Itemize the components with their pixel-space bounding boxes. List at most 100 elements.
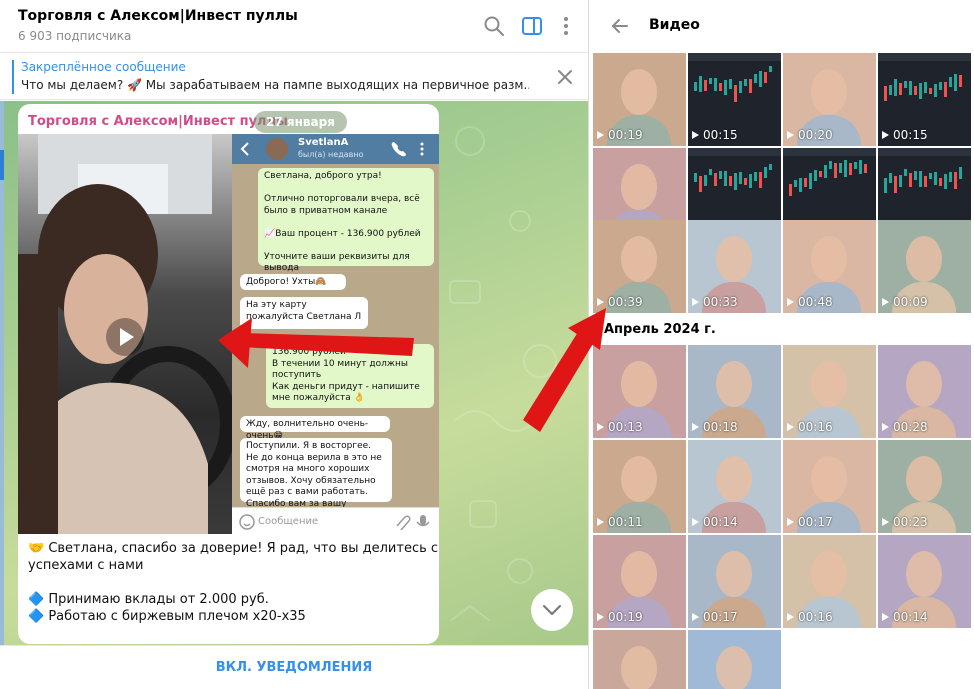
video-thumbnail[interactable]: 00:16: [783, 345, 876, 438]
video-duration: 00:28: [882, 420, 928, 434]
more-vertical-icon[interactable]: [554, 14, 578, 38]
chevron-down-icon: [542, 604, 562, 616]
duration-text: 00:14: [703, 515, 738, 529]
video-thumbnail[interactable]: 00:19: [593, 53, 686, 146]
chat-screenshot: SvetlanA был(а) недавно Светлана, доброг…: [232, 134, 439, 534]
video-thumbnail[interactable]: 00:23: [878, 440, 971, 533]
video-thumbnail[interactable]: 00:15: [878, 53, 971, 146]
person-thumbnail: [811, 69, 847, 115]
play-icon: [882, 518, 889, 526]
pinned-label: Закреплённое сообщение: [21, 60, 186, 74]
duration-text: 00:13: [608, 420, 643, 434]
video-thumbnail[interactable]: 00:16: [783, 535, 876, 628]
screenshot-header: SvetlanA был(а) недавно: [232, 134, 439, 164]
video-thumbnail[interactable]: 00:09: [878, 220, 971, 313]
duration-text: 00:16: [798, 610, 833, 624]
video-thumbnail[interactable]: [688, 630, 781, 689]
person-thumbnail: [716, 361, 752, 407]
play-icon: [787, 423, 794, 431]
duration-text: 00:39: [608, 295, 643, 309]
video-thumbnail[interactable]: 00:17: [783, 440, 876, 533]
screenshot-bubble-text: Светлана, доброго утра! Отлично поторгов…: [264, 171, 421, 273]
person-thumbnail: [811, 456, 847, 502]
scroll-down-button[interactable]: [531, 589, 573, 631]
person-thumbnail: [621, 456, 657, 502]
video-duration: 00:16: [787, 420, 833, 434]
video-thumbnail[interactable]: 00:11: [593, 440, 686, 533]
person-thumbnail: [621, 69, 657, 115]
screenshot-bubble: 136.900 рублей В течении 10 минут должны…: [266, 344, 434, 408]
duration-text: 00:48: [798, 295, 833, 309]
sidebar-panel-icon[interactable]: [520, 14, 544, 38]
video-thumbnail[interactable]: 00:48: [783, 220, 876, 313]
person-thumbnail: [906, 236, 942, 282]
person-thumbnail: [621, 551, 657, 597]
video-duration: 00:20: [787, 128, 833, 142]
duration-text: 00:33: [703, 295, 738, 309]
screenshot-contact-name: SvetlanA: [298, 137, 349, 148]
play-icon: [692, 613, 699, 621]
video-thumbnail[interactable]: 00:14: [878, 535, 971, 628]
play-icon: [787, 613, 794, 621]
play-icon: [882, 298, 889, 306]
video-thumbnail[interactable]: 00:17: [688, 535, 781, 628]
person-thumbnail: [811, 361, 847, 407]
arrow-left-icon[interactable]: [610, 16, 630, 36]
subscriber-count: 6 903 подписчика: [18, 29, 132, 43]
video-preview[interactable]: [18, 134, 232, 534]
message-author[interactable]: Торговля с Алексом|Инвест пуллы: [28, 114, 288, 129]
left-edge-accent: [0, 150, 4, 180]
person-thumbnail: [621, 361, 657, 407]
video-duration: 00:15: [882, 128, 928, 142]
screenshot-input: Сообщение: [232, 507, 439, 534]
chat-footer: ВКЛ. УВЕДОМЛЕНИЯ: [0, 645, 588, 689]
video-thumbnail[interactable]: 00:19: [593, 535, 686, 628]
close-icon[interactable]: [556, 68, 574, 86]
enable-notifications-button[interactable]: ВКЛ. УВЕДОМЛЕНИЯ: [0, 646, 588, 689]
video-duration: 00:19: [597, 128, 643, 142]
person-thumbnail: [716, 236, 752, 282]
play-icon: [597, 423, 604, 431]
telegram-window: Торговля с Алексом|Инвест пуллы 6 903 по…: [0, 0, 974, 689]
person-thumbnail: [716, 456, 752, 502]
duration-text: 00:19: [608, 128, 643, 142]
play-button[interactable]: [106, 318, 144, 356]
message-bubble[interactable]: Торговля с Алексом|Инвест пуллы 27 январ…: [18, 104, 439, 644]
duration-text: 00:28: [893, 420, 928, 434]
play-icon: [787, 298, 794, 306]
person-thumbnail: [906, 456, 942, 502]
play-icon: [597, 131, 604, 139]
person-thumbnail: [811, 551, 847, 597]
video-thumbnail[interactable]: 00:28: [878, 345, 971, 438]
message-line: 🤝 Светлана, спасибо за доверие! Я рад, ч…: [28, 541, 439, 556]
video-thumbnail[interactable]: 00:33: [688, 220, 781, 313]
video-duration: 00:09: [882, 295, 928, 309]
video-thumbnail[interactable]: 00:20: [783, 53, 876, 146]
play-icon: [597, 518, 604, 526]
video-thumbnail[interactable]: 00:39: [593, 220, 686, 313]
video-thumbnail[interactable]: 00:18: [688, 345, 781, 438]
search-icon[interactable]: [482, 14, 506, 38]
play-icon: [692, 131, 699, 139]
play-icon: [120, 328, 134, 346]
duration-text: 00:16: [798, 420, 833, 434]
play-icon: [882, 423, 889, 431]
screenshot-bubble: Светлана, доброго утра! Отлично поторгов…: [258, 168, 434, 273]
pinned-text: Что мы делаем? 🚀 Мы зарабатываем на памп…: [21, 78, 529, 92]
attach-icon: [396, 515, 430, 531]
video-duration: 00:15: [692, 128, 738, 142]
video-thumbnail[interactable]: 00:15: [688, 53, 781, 146]
video-thumbnail[interactable]: [593, 630, 686, 689]
chat-header[interactable]: Торговля с Алексом|Инвест пуллы 6 903 по…: [0, 0, 588, 53]
play-icon: [597, 613, 604, 621]
person-thumbnail: [716, 551, 752, 597]
person-thumbnail: [906, 551, 942, 597]
emoji-icon: [239, 514, 255, 530]
video-thumbnail[interactable]: 00:13: [593, 345, 686, 438]
video-thumbnail[interactable]: 00:14: [688, 440, 781, 533]
duration-text: 00:15: [893, 128, 928, 142]
duration-text: 00:11: [608, 515, 643, 529]
pinned-message[interactable]: Закреплённое сообщение Что мы делаем? 🚀 …: [0, 54, 588, 100]
chat-title[interactable]: Торговля с Алексом|Инвест пуллы: [18, 8, 298, 24]
duration-text: 00:14: [893, 610, 928, 624]
